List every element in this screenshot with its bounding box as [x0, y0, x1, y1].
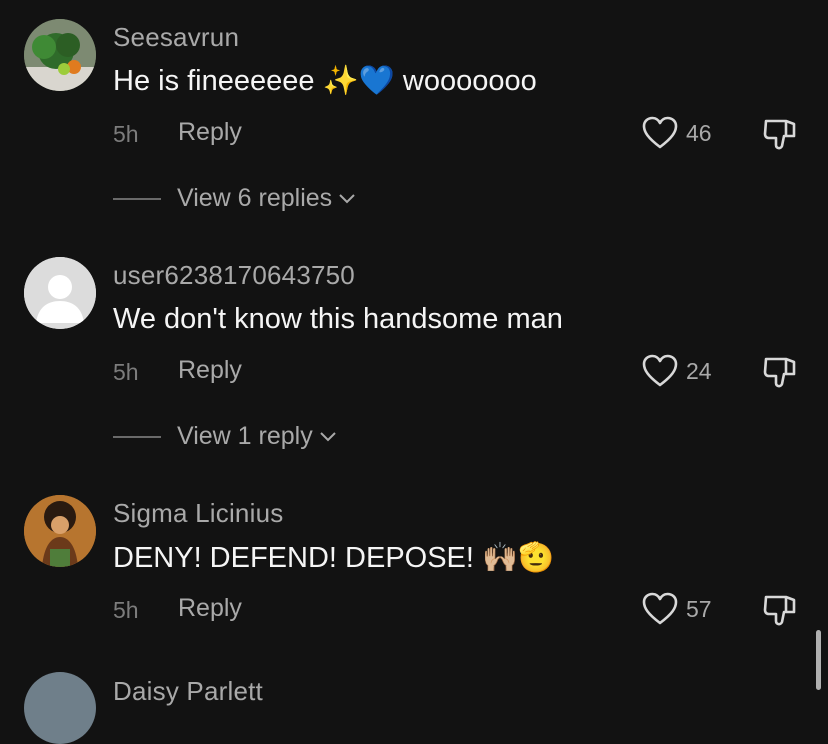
plant-photo-avatar[interactable] [24, 19, 96, 91]
comment-text: DENY! DEFEND! DEPOSE! 🙌🏼🫡 [113, 541, 554, 575]
reply-button[interactable]: Reply [178, 118, 242, 147]
thumbs-down-icon [763, 119, 796, 150]
comment-text-tail: wooooooo [402, 65, 537, 97]
comment-time: 5h [113, 359, 139, 385]
scrollbar[interactable] [816, 630, 821, 690]
comment-text-body: DENY! DEFEND! DEPOSE! [113, 542, 474, 574]
heart-icon [642, 354, 678, 387]
like-count: 57 [686, 595, 712, 622]
dislike-button[interactable] [762, 116, 798, 157]
like-count: 24 [686, 357, 712, 384]
divider-line [113, 435, 161, 438]
chevron-down-icon [339, 193, 355, 203]
thumbs-down-icon [763, 357, 796, 388]
view-replies-button[interactable]: View 6 replies [113, 184, 356, 213]
next-comment-avatar[interactable] [24, 672, 96, 744]
reply-button[interactable]: Reply [178, 594, 242, 623]
view-replies-label: View 1 reply [177, 422, 313, 450]
thumbs-down-icon [763, 595, 796, 626]
chevron-down-icon [320, 431, 336, 441]
divider-line [113, 197, 161, 200]
comment-text: We don't know this handsome man [113, 303, 563, 335]
dislike-button[interactable] [762, 354, 798, 395]
like-button[interactable]: 57 [642, 592, 712, 626]
comment-text: He is fineeeeee ✨💙 wooooooo [113, 64, 537, 98]
heart-icon [642, 592, 678, 625]
comment-username[interactable]: Sigma Licinius [113, 498, 283, 529]
comment-username[interactable]: Daisy Parlett [113, 676, 263, 707]
view-replies-label: View 6 replies [177, 184, 333, 212]
comment-time: 5h [113, 121, 139, 147]
sparkles-blue-heart-emoji: ✨💙 [322, 65, 395, 97]
view-replies-button[interactable]: View 1 reply [113, 422, 337, 451]
reply-button[interactable]: Reply [178, 356, 242, 385]
raised-hands-salute-emoji: 🙌🏼🫡 [482, 542, 555, 574]
anime-character-avatar[interactable] [24, 495, 96, 567]
like-button[interactable]: 24 [642, 354, 712, 388]
comment-username[interactable]: Seesavrun [113, 22, 239, 53]
heart-icon [642, 116, 678, 149]
like-button[interactable]: 46 [642, 116, 712, 150]
default-user-avatar[interactable] [24, 257, 96, 329]
dislike-button[interactable] [762, 592, 798, 633]
comment-text-body: He is fineeeeee [113, 65, 315, 97]
comment-time: 5h [113, 597, 139, 623]
comment-username[interactable]: user6238170643750 [113, 260, 355, 291]
like-count: 46 [686, 119, 712, 146]
